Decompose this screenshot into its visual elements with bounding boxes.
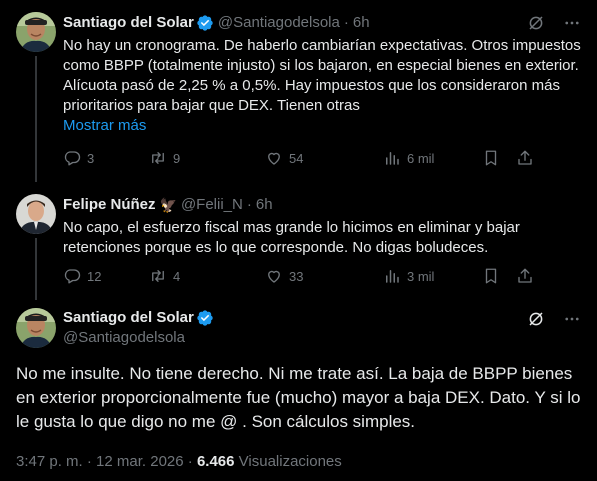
verified-badge-icon bbox=[197, 15, 213, 31]
grok-icon[interactable] bbox=[527, 14, 545, 32]
like-icon bbox=[268, 270, 280, 283]
author-block: Santiago del Solar @Santiagodelsola bbox=[63, 308, 214, 348]
views-button[interactable]: 3 mil bbox=[383, 267, 479, 285]
separator: · bbox=[246, 196, 252, 213]
tweet-top-icons bbox=[527, 14, 581, 32]
display-name[interactable]: Felipe Núñez bbox=[63, 195, 156, 215]
views-count: 6.466 bbox=[196, 453, 235, 470]
more-icon[interactable] bbox=[563, 14, 581, 32]
reply-icon bbox=[64, 269, 81, 284]
avatar[interactable] bbox=[16, 12, 56, 52]
repost-icon bbox=[152, 270, 164, 282]
thread-line bbox=[35, 56, 37, 182]
tweet-top-icons bbox=[527, 310, 581, 328]
verified-badge-icon bbox=[197, 310, 213, 326]
reply-button[interactable]: 3 bbox=[63, 149, 149, 167]
tweet-header: Felipe Núñez 🦅 @Felii_N · 6h bbox=[63, 195, 597, 215]
post-meta: 3:47 p. m. · 12 mar. 2026 · 6.466 Visual… bbox=[16, 452, 342, 472]
separator: · bbox=[343, 14, 349, 31]
repost-icon bbox=[152, 152, 164, 164]
handle[interactable]: @Santiagodelsola bbox=[218, 13, 340, 33]
handle[interactable]: @Felii_N bbox=[181, 195, 243, 215]
share-button[interactable] bbox=[516, 149, 534, 167]
bookmark-button[interactable] bbox=[482, 267, 516, 285]
views-count: 6 mil bbox=[407, 150, 435, 166]
repost-count: 9 bbox=[173, 150, 181, 166]
bookmark-button[interactable] bbox=[482, 149, 516, 167]
eagle-emoji: 🦅 bbox=[159, 197, 177, 213]
views-icon bbox=[386, 270, 399, 283]
handle[interactable]: @Santiagodelsola bbox=[63, 328, 214, 348]
repost-button[interactable]: 4 bbox=[149, 267, 265, 285]
like-count: 33 bbox=[289, 268, 304, 284]
views-label: Visualizaciones bbox=[238, 453, 342, 470]
tweet-text: No me insulte. No tiene derecho. Ni me t… bbox=[16, 364, 581, 431]
share-icon bbox=[518, 268, 532, 283]
bookmark-icon bbox=[485, 150, 497, 166]
views-icon bbox=[386, 152, 399, 165]
reply-tweet-1[interactable]: Santiago del Solar @Santiagodelsola · 6h… bbox=[0, 0, 597, 182]
avatar[interactable] bbox=[16, 194, 56, 234]
like-count: 54 bbox=[289, 150, 304, 166]
timestamp[interactable]: 6h bbox=[256, 195, 273, 215]
thread-line bbox=[35, 238, 37, 300]
reply-count: 3 bbox=[87, 150, 95, 166]
views-button[interactable]: 6 mil bbox=[383, 149, 479, 167]
more-icon[interactable] bbox=[563, 310, 581, 328]
tweet-text: No hay un cronograma. De haberlo cambiar… bbox=[63, 37, 581, 114]
author-name-row: Santiago del Solar bbox=[63, 308, 214, 328]
reply-button[interactable]: 12 bbox=[63, 267, 149, 285]
show-more-link[interactable]: Mostrar más bbox=[63, 116, 146, 136]
views-count: 3 mil bbox=[407, 268, 435, 284]
share-icon bbox=[518, 150, 532, 165]
action-bar: 3 9 54 6 mil bbox=[63, 148, 583, 168]
timestamp[interactable]: 6h bbox=[353, 13, 370, 33]
like-icon bbox=[268, 152, 280, 165]
reply-count: 12 bbox=[87, 268, 102, 284]
repost-button[interactable]: 9 bbox=[149, 149, 265, 167]
display-name[interactable]: Santiago del Solar bbox=[63, 13, 194, 33]
avatar[interactable] bbox=[16, 308, 56, 348]
tweet-header: Santiago del Solar @Santiagodelsola · 6h bbox=[63, 13, 597, 33]
action-bar: 12 4 33 3 mil bbox=[63, 266, 583, 286]
reply-tweet-2[interactable]: Felipe Núñez 🦅 @Felii_N · 6h No capo, el… bbox=[0, 182, 597, 300]
repost-count: 4 bbox=[173, 268, 181, 284]
reply-icon bbox=[64, 151, 81, 166]
tweet-text: No capo, el esfuerzo fiscal mas grande l… bbox=[63, 219, 520, 256]
like-button[interactable]: 33 bbox=[265, 267, 383, 285]
grok-icon[interactable] bbox=[527, 310, 545, 328]
share-button[interactable] bbox=[516, 267, 534, 285]
bookmark-icon bbox=[485, 268, 497, 284]
like-button[interactable]: 54 bbox=[265, 149, 383, 167]
display-name[interactable]: Santiago del Solar bbox=[63, 308, 194, 328]
post-timestamp[interactable]: 3:47 p. m. · 12 mar. 2026 · bbox=[16, 453, 193, 470]
